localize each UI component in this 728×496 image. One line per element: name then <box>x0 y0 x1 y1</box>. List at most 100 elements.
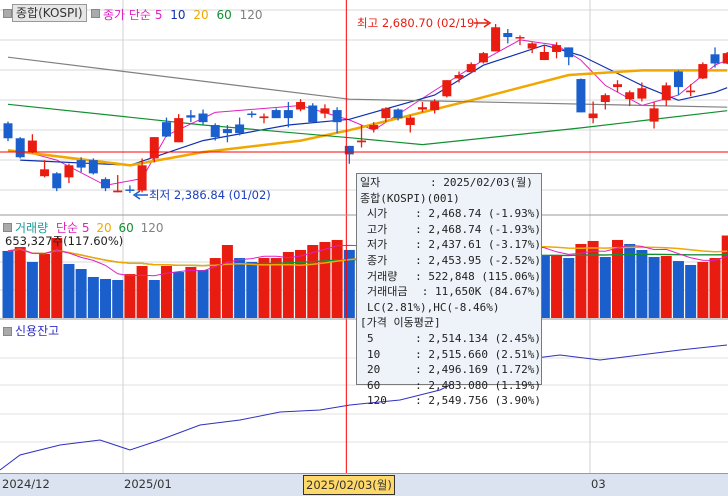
candle-body <box>320 108 329 113</box>
indicator-toggle[interactable] <box>91 9 100 18</box>
volume-bar <box>307 245 318 318</box>
candle-body <box>199 114 208 123</box>
volume-bar <box>588 241 599 318</box>
legend-ma5: 5 <box>155 8 163 22</box>
candle-body <box>223 129 232 133</box>
volume-bar <box>661 256 672 318</box>
volume-bar <box>137 266 148 318</box>
tooltip-key: 60 <box>360 378 415 394</box>
volume-bar <box>636 250 647 318</box>
volume-bar <box>27 262 38 318</box>
tooltip-row: 5: 2,514.134 (2.45%) <box>360 331 541 347</box>
tooltip-key: 일자 <box>360 175 430 191</box>
tooltip-row: 종합(KOSPI)(001) <box>360 191 541 207</box>
tooltip-key: 20 <box>360 362 415 378</box>
volume-bar <box>149 280 160 318</box>
candle-body <box>162 122 171 136</box>
volume-bar <box>234 258 245 318</box>
candle-body <box>613 84 622 87</box>
candle-body <box>357 141 366 143</box>
tooltip-key: 종합(KOSPI)(001) <box>360 191 460 207</box>
legend-ma20: 20 <box>193 8 208 22</box>
tooltip-value: : 11,650K (84.67%) <box>422 284 541 300</box>
candle-body <box>637 88 646 98</box>
candle-body <box>515 37 524 39</box>
price-ma-legend[interactable]: 종가 단순 5 10 20 60 120 <box>103 6 263 23</box>
tooltip-row: 저가: 2,437.61 (-3.17%) <box>360 237 541 253</box>
volume-current-value: 653,327주(117.60%) <box>5 233 123 249</box>
candle-body <box>150 137 159 158</box>
tooltip-key: 시가 <box>360 206 415 222</box>
volume-bar <box>697 262 708 318</box>
panel-toggle[interactable] <box>3 327 12 336</box>
candle-body <box>284 110 293 118</box>
tooltip-value: : 2,515.660 (2.51%) <box>415 347 541 363</box>
candle-body <box>211 125 220 137</box>
volume-bar <box>76 269 87 318</box>
tooltip-key: [가격 이동평균] <box>360 315 441 331</box>
volume-bar <box>685 265 696 318</box>
candle-body <box>4 123 13 138</box>
volume-bar <box>222 245 233 318</box>
candle-body <box>40 169 49 176</box>
candle-body <box>369 125 378 129</box>
tooltip-row: 고가: 2,468.74 (-1.93%) <box>360 222 541 238</box>
tooltip-key: 저가 <box>360 237 415 253</box>
tooltip-row: 120: 2,549.756 (3.90%) <box>360 393 541 409</box>
panel-toggle[interactable] <box>3 223 12 232</box>
candle-body <box>28 141 37 153</box>
volume-bar <box>722 236 728 318</box>
volume-bar <box>124 274 135 318</box>
candle-body <box>564 47 573 57</box>
candle-body <box>138 165 147 190</box>
volume-bar <box>63 264 74 318</box>
candle-body <box>442 80 451 96</box>
legend-ma60: 60 <box>217 8 232 22</box>
tooltip-key: 종가 <box>360 253 415 269</box>
x-axis-label: 2025/01 <box>124 477 172 491</box>
candle-body <box>674 72 683 88</box>
volume-bar <box>173 272 184 318</box>
tooltip-row: 시가: 2,468.74 (-1.93%) <box>360 206 541 222</box>
x-axis[interactable]: 2024/12 2025/01 2025/02/03(월) 03 <box>0 473 728 496</box>
candle-body <box>125 189 134 191</box>
volume-bar <box>258 258 269 318</box>
candle-body <box>101 179 110 188</box>
tooltip-row: 종가: 2,453.95 (-2.52%) <box>360 253 541 269</box>
volume-bar <box>600 257 611 318</box>
candle-body <box>381 108 390 118</box>
tooltip-value: : 2,496.169 (1.72%) <box>415 362 541 378</box>
volume-bar <box>246 262 257 318</box>
legend-title: 종가 단순 <box>103 8 151 22</box>
candles <box>4 24 728 193</box>
volume-bar <box>551 256 562 318</box>
candle-body <box>662 85 671 100</box>
symbol-button[interactable]: 종합(KOSPI) <box>12 4 87 22</box>
volume-bar <box>319 242 330 318</box>
low-marker-label: 최저 2,386.84 (01/02) <box>149 188 271 202</box>
candle-body <box>394 110 403 119</box>
candle-body <box>113 191 122 193</box>
data-tooltip: 일자: 2025/02/03(월)종합(KOSPI)(001)시가: 2,468… <box>356 173 542 385</box>
candle-body <box>235 124 244 133</box>
volume-bar <box>710 258 721 318</box>
legend-ma10: 10 <box>170 8 185 22</box>
panel-toggle[interactable] <box>3 9 12 18</box>
candle-body <box>52 173 61 188</box>
tooltip-key: 거래량 <box>360 269 415 285</box>
candle-body <box>711 54 720 63</box>
volume-bar <box>185 267 196 318</box>
tooltip-value: : 2,514.134 (2.45%) <box>415 331 541 347</box>
volume-bar <box>612 240 623 318</box>
tooltip-value: : 2025/02/03(월) <box>430 175 533 191</box>
tooltip-row: 일자: 2025/02/03(월) <box>360 175 541 191</box>
candle-body <box>528 43 537 48</box>
tooltip-row: LC(2.81%),HC(-8.46%) <box>360 300 541 316</box>
price-moving-averages <box>8 40 727 186</box>
volume-bar <box>15 247 26 318</box>
candle-body <box>455 75 464 78</box>
candle-body <box>77 160 86 167</box>
candle-body <box>503 33 512 37</box>
candle-body <box>723 53 728 63</box>
volume-bar <box>295 250 306 318</box>
